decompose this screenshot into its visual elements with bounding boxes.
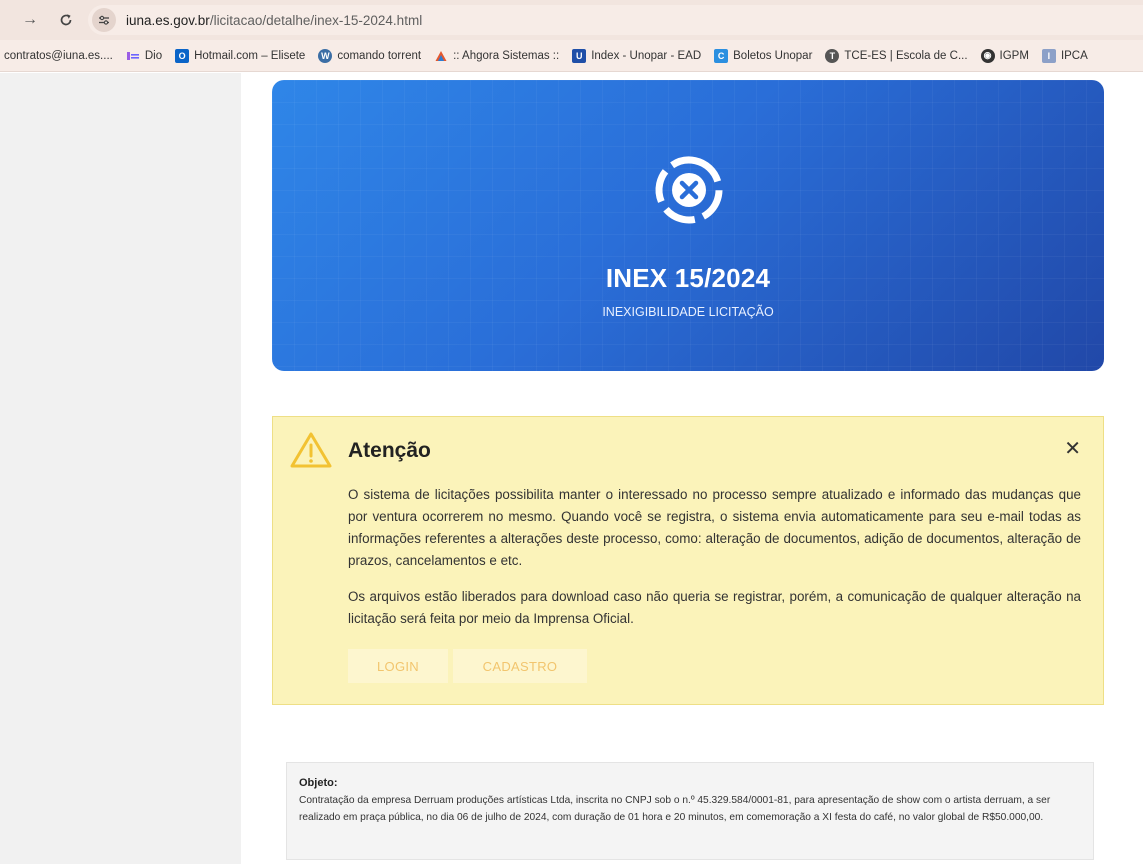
bookmark-tce[interactable]: T TCE-ES | Escola de C... [825,48,968,63]
tce-icon: T [825,48,840,63]
bookmark-boletos[interactable]: C Boletos Unopar [714,48,813,63]
site-settings-icon[interactable] [92,8,116,32]
outlook-icon: O [175,48,190,63]
alert-paragraph-1: O sistema de licitações possibilita mant… [348,487,1081,568]
close-icon[interactable]: ✕ [1064,439,1081,459]
objeto-label: Objeto: [299,777,338,789]
boletos-icon: C [714,48,729,63]
objeto-section: Objeto: Contratação da empresa Derruam p… [286,762,1094,860]
url-path: /licitacao/detalhe/inex-15-2024.html [209,12,423,28]
hero-banner: INEX 15/2024 INEXIGIBILIDADE LICITAÇÃO [272,80,1104,371]
cadastro-button[interactable]: CADASTRO [453,649,587,683]
bookmark-label: Hotmail.com – Elisete [194,49,306,62]
cancel-status-icon [643,144,735,241]
bookmark-label: contratos@iuna.es.... [4,49,113,62]
address-bar[interactable]: iuna.es.gov.br/licitacao/detalhe/inex-15… [88,5,1143,35]
bookmark-dio[interactable]: Dio [126,49,162,63]
bookmark-label: Index - Unopar - EAD [591,49,702,62]
ahgora-icon [434,49,448,63]
dio-icon [126,49,140,63]
process-subtitle: INEXIGIBILIDADE LICITAÇÃO [602,305,774,319]
url-host: iuna.es.gov.br [126,12,210,28]
wordpress-icon: W [318,48,333,63]
objeto-text: Contratação da empresa Derruam produções… [299,795,1051,823]
globe-icon: ◉ [980,48,995,63]
left-sidebar-area [0,73,241,864]
unopar-icon: U [572,48,587,63]
bookmark-ipca[interactable]: I IPCA [1041,48,1088,63]
ipca-icon: I [1041,48,1056,63]
url-text[interactable]: iuna.es.gov.br/licitacao/detalhe/inex-15… [126,13,422,28]
bookmark-comando-torrent[interactable]: W comando torrent [318,48,422,63]
bookmark-igpm[interactable]: ◉ IGPM [980,48,1029,63]
bookmark-hotmail[interactable]: O Hotmail.com – Elisete [175,48,306,63]
alert-title: Atenção [348,439,431,462]
reload-icon[interactable] [54,8,78,32]
browser-toolbar: → iuna.es.gov.br/licitacao/detalhe/inex-… [0,0,1143,40]
process-title: INEX 15/2024 [605,263,771,293]
bookmark-label: :: Ahgora Sistemas :: [453,49,560,62]
bookmark-label: IGPM [999,49,1029,62]
bookmarks-bar: contratos@iuna.es.... Dio O Hotmail.com … [0,40,1143,72]
bookmark-label: Dio [144,49,163,62]
bookmark-label: comando torrent [337,49,422,62]
attention-alert: Atenção ✕ O sistema de licitações possib… [272,416,1104,705]
forward-arrow-icon[interactable]: → [18,8,42,32]
bookmark-unopar-index[interactable]: U Index - Unopar - EAD [572,48,702,63]
bookmark-label: Boletos Unopar [733,49,813,62]
login-button[interactable]: LOGIN [348,649,448,683]
bookmark-label: IPCA [1060,49,1088,62]
alert-paragraph-2: Os arquivos estão liberados para downloa… [348,589,1081,626]
bookmark-label: TCE-ES | Escola de C... [844,49,968,62]
warning-icon [289,431,333,474]
bookmark-ahgora[interactable]: :: Ahgora Sistemas :: [434,49,559,63]
bookmark-contratos[interactable]: contratos@iuna.es.... [4,50,113,62]
